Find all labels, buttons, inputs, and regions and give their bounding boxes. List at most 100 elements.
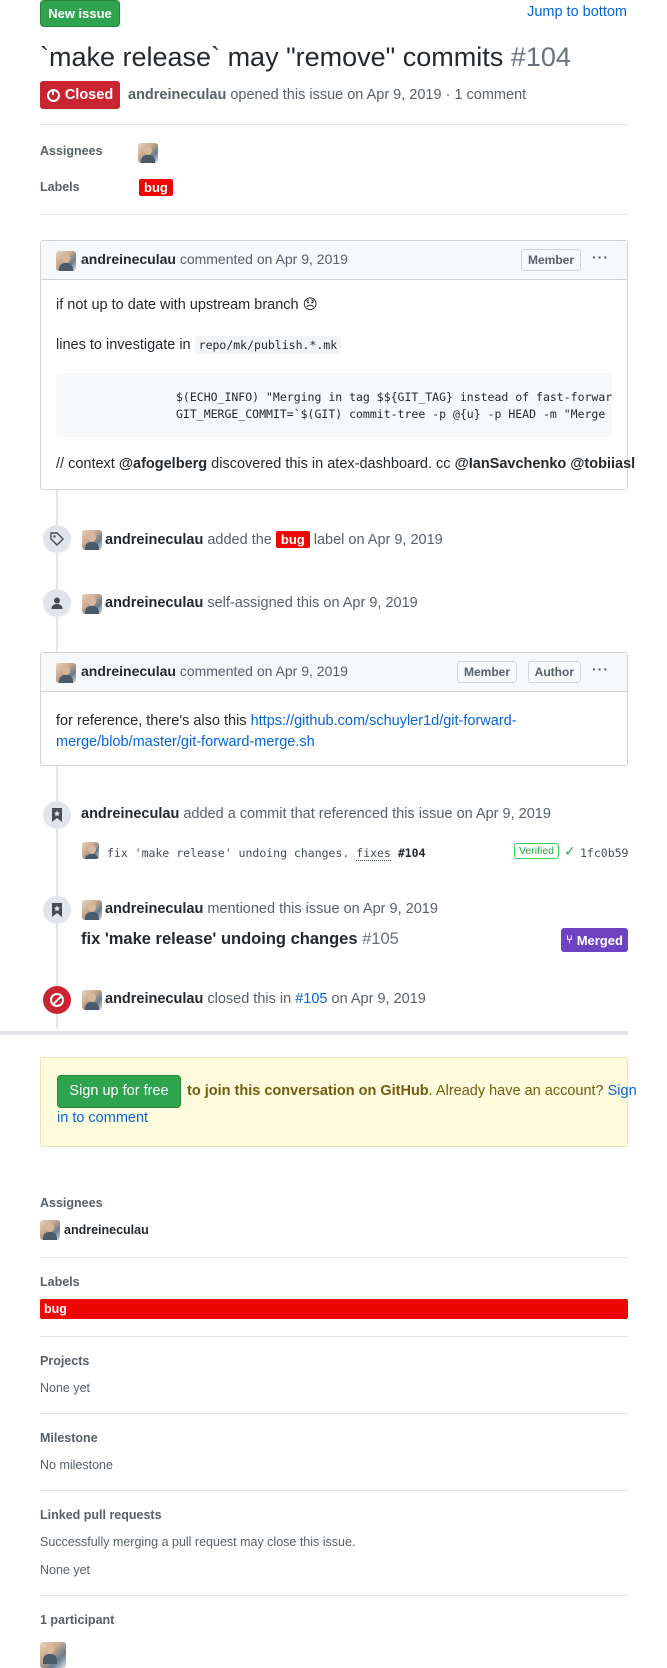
event-text: added a commit that referenced this issu… bbox=[183, 806, 453, 822]
label-bug[interactable]: bug bbox=[275, 531, 310, 548]
milestone-value: No milestone bbox=[40, 1458, 113, 1472]
avatar[interactable] bbox=[56, 663, 76, 683]
sign-up-button[interactable]: Sign up for free bbox=[57, 1075, 181, 1108]
status-label: Closed bbox=[64, 87, 114, 103]
milestone-heading: Milestone bbox=[40, 1431, 98, 1445]
comment-body-line: if not up to date with upstream branch 😞 bbox=[56, 297, 318, 313]
avatar[interactable] bbox=[138, 143, 158, 163]
closed-issue-icon bbox=[46, 88, 60, 102]
event-date[interactable]: on Apr 9, 2019 bbox=[457, 806, 551, 822]
member-badge: Member bbox=[456, 661, 517, 683]
disappointed-emoji-icon: 😞 bbox=[302, 297, 318, 313]
comment-author[interactable]: andreineculau bbox=[81, 663, 176, 679]
code-line: GIT_MERGE_COMMIT=`$(GIT) commit-tree -p … bbox=[176, 407, 612, 421]
comment-date[interactable]: on Apr 9, 2019 bbox=[257, 663, 348, 679]
sign-in-link[interactable]: Sign bbox=[608, 1083, 637, 1099]
participants-heading: 1 participant bbox=[40, 1613, 115, 1627]
comment-text: for reference, there's also this bbox=[56, 713, 247, 729]
author-link[interactable]: andreineculau bbox=[128, 87, 226, 103]
assignees-heading: Assignees bbox=[40, 1196, 103, 1210]
avatar[interactable] bbox=[82, 594, 102, 614]
participant-avatar[interactable] bbox=[40, 1642, 66, 1668]
assignees-heading: Assignees bbox=[40, 144, 103, 158]
closed-circle-icon bbox=[43, 986, 71, 1014]
event-text: closed this in bbox=[207, 991, 292, 1007]
avatar[interactable] bbox=[82, 842, 99, 859]
event-author[interactable]: andreineculau bbox=[105, 991, 203, 1007]
code-block: $(ECHO_INFO) "Merging in tag $${GIT_TAG}… bbox=[56, 373, 612, 437]
event-author[interactable]: andreineculau bbox=[105, 595, 203, 611]
event-date[interactable]: on Apr 9, 2019 bbox=[332, 991, 426, 1007]
comment-author[interactable]: andreineculau bbox=[81, 251, 176, 267]
timeline-end-divider bbox=[0, 1031, 628, 1035]
git-merge-icon: ⑂ bbox=[566, 934, 573, 946]
comment-header: andreineculau commented on Apr 9, 2019 M… bbox=[41, 241, 627, 280]
event-author[interactable]: andreineculau bbox=[105, 532, 203, 548]
signup-text: to join this conversation on GitHub. Alr… bbox=[187, 1083, 637, 1099]
projects-value: None yet bbox=[40, 1381, 91, 1395]
user-mention[interactable]: @tobiiasl bbox=[570, 456, 635, 472]
pr-reference[interactable]: fix 'make release' undoing changes #105 bbox=[81, 930, 399, 949]
event-text: self-assigned this bbox=[207, 595, 320, 611]
user-mention[interactable]: @afogelberg bbox=[119, 456, 207, 472]
issue-title: `make release` may "remove" commits #104 bbox=[40, 42, 571, 73]
event-author[interactable]: andreineculau bbox=[81, 806, 179, 822]
divider bbox=[40, 124, 628, 125]
label-bug[interactable]: bug bbox=[139, 179, 173, 196]
comment-body-line: // context @afogelberg discovered this i… bbox=[56, 456, 635, 472]
reference-link-cont[interactable]: merge/blob/master/git-forward-merge.sh bbox=[56, 734, 315, 750]
user-mention[interactable]: @IanSavchenko bbox=[455, 456, 567, 472]
timeline-event: andreineculau mentioned this issue on Ap… bbox=[105, 901, 438, 917]
comment-action: commented bbox=[179, 251, 253, 267]
more-options-icon[interactable]: ··· bbox=[592, 661, 609, 677]
avatar[interactable] bbox=[40, 1220, 60, 1240]
avatar[interactable] bbox=[82, 990, 102, 1010]
comment-action: commented bbox=[179, 663, 253, 679]
issue-ref-link[interactable]: #104 bbox=[398, 846, 426, 860]
event-date[interactable]: on Apr 9, 2019 bbox=[344, 901, 438, 917]
event-text: mentioned this issue bbox=[207, 901, 340, 917]
projects-heading: Projects bbox=[40, 1354, 90, 1368]
event-date[interactable]: on Apr 9, 2019 bbox=[323, 595, 417, 611]
sign-in-link-cont[interactable]: in to comment bbox=[57, 1110, 148, 1126]
tag-icon bbox=[43, 525, 71, 553]
comment-text: discovered this in atex-dashboard. cc bbox=[211, 456, 451, 472]
issue-meta: andreineculau opened this issue on Apr 9… bbox=[128, 87, 526, 103]
assignee-name[interactable]: andreineculau bbox=[64, 1223, 149, 1237]
avatar[interactable] bbox=[56, 251, 76, 271]
code-line: $(ECHO_INFO) "Merging in tag $${GIT_TAG}… bbox=[176, 390, 612, 404]
divider bbox=[40, 214, 628, 215]
divider bbox=[40, 1336, 628, 1337]
reference-link[interactable]: https://github.com/schuyler1d/git-forwar… bbox=[251, 713, 517, 729]
author-badge: Author bbox=[527, 661, 581, 683]
signup-text-rest: . Already have an account? bbox=[428, 1083, 604, 1099]
jump-to-bottom-link[interactable]: Jump to bottom bbox=[527, 4, 627, 20]
avatar[interactable] bbox=[82, 900, 102, 920]
pr-title-link[interactable]: fix 'make release' undoing changes bbox=[81, 930, 358, 948]
pr-ref-link[interactable]: #105 bbox=[295, 991, 327, 1007]
signup-text-bold: to join this conversation on GitHub bbox=[187, 1083, 429, 1099]
comment-date[interactable]: on Apr 9, 2019 bbox=[257, 251, 348, 267]
event-date[interactable]: on Apr 9, 2019 bbox=[348, 532, 442, 548]
linked-prs-value: None yet bbox=[40, 1563, 91, 1577]
new-issue-button[interactable]: New issue bbox=[40, 0, 120, 27]
divider bbox=[40, 1490, 628, 1491]
label-bug[interactable]: bug bbox=[40, 1299, 628, 1319]
event-author[interactable]: andreineculau bbox=[105, 901, 203, 917]
comment-header: andreineculau commented on Apr 9, 2019 M… bbox=[41, 653, 627, 692]
commit-text: fix 'make release' undoing changes. bbox=[107, 846, 350, 860]
timeline-event: andreineculau added the bug label on Apr… bbox=[105, 531, 443, 548]
divider bbox=[40, 1257, 628, 1258]
more-options-icon[interactable]: ··· bbox=[592, 249, 609, 265]
linked-prs-description: Successfully merging a pull request may … bbox=[40, 1535, 356, 1549]
comment-text: lines to investigate in bbox=[56, 337, 191, 353]
commit-sha[interactable]: 1fc0b59 bbox=[580, 846, 628, 860]
comment-body-line: lines to investigate in repo/mk/publish.… bbox=[56, 336, 342, 354]
commit-message[interactable]: fix 'make release' undoing changes. fixe… bbox=[107, 846, 426, 861]
event-text: added the bbox=[207, 532, 272, 548]
comment-text: if not up to date with upstream branch bbox=[56, 297, 299, 313]
comment-text: // context bbox=[56, 456, 115, 472]
labels-heading: Labels bbox=[40, 1275, 80, 1289]
avatar[interactable] bbox=[82, 530, 102, 550]
verified-badge[interactable]: Verified bbox=[514, 843, 560, 859]
